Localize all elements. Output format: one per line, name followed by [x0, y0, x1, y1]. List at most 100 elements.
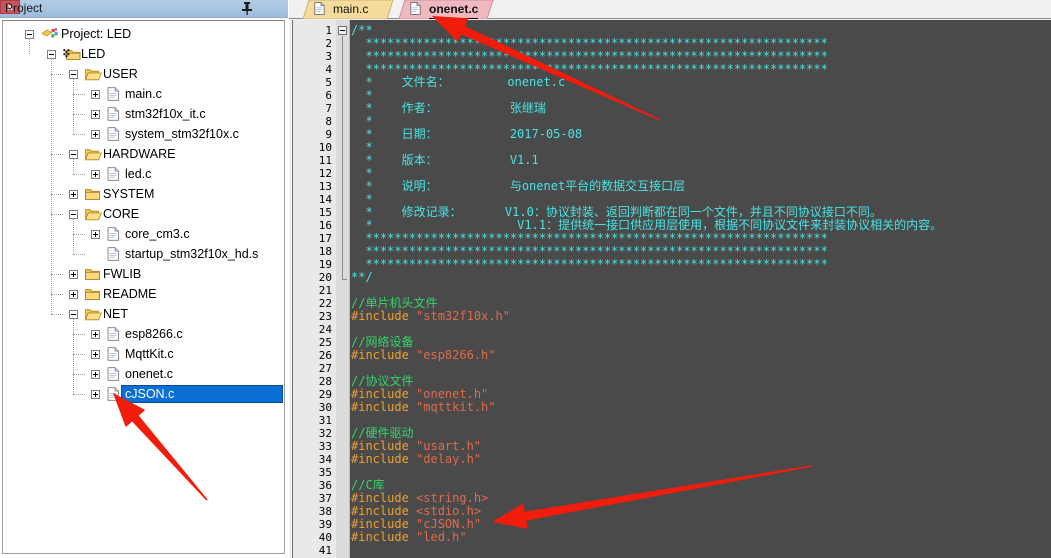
- line-number: 11: [318, 154, 332, 167]
- line-number: 37: [318, 492, 332, 505]
- line-number: 7: [325, 102, 332, 115]
- code-token: * 说明： 与onenet平台的数据交互接口层: [351, 179, 686, 193]
- code-text[interactable]: /** ************************************…: [351, 20, 1051, 558]
- code-token: //协议文件: [351, 374, 414, 388]
- tree-item-readme[interactable]: README: [3, 284, 284, 304]
- tree-item-fwlib[interactable]: FWLIB: [3, 264, 284, 284]
- tree-item-net[interactable]: NET: [3, 304, 284, 324]
- code-token: * 文件名： onenet.c: [351, 75, 566, 89]
- line-number: 31: [318, 414, 332, 427]
- tree-item-startup-stm32f10x-hd-s[interactable]: startup_stm32f10x_hd.s: [3, 244, 284, 264]
- tree-guide-line: [73, 174, 85, 175]
- code-token: * V1.1：提供统一接口供应用层使用，根据不同协议文件来封装协议相关的内容。: [351, 218, 943, 232]
- tree-item-cjson-c[interactable]: cJSON.c: [3, 384, 284, 404]
- tree-item-project-led[interactable]: Project: LED: [3, 24, 284, 44]
- expand-icon[interactable]: [91, 170, 100, 179]
- line-number: 3: [325, 50, 332, 63]
- line-number: 38: [318, 505, 332, 518]
- code-token: #include: [351, 439, 417, 453]
- editor-tab-main-c[interactable]: main.c: [297, 0, 399, 19]
- line-number: 39: [318, 518, 332, 531]
- expand-icon[interactable]: [91, 130, 100, 139]
- tree-guide-line: [51, 194, 63, 195]
- code-token: "led.h": [416, 530, 467, 544]
- editor-tab-onenet-c[interactable]: onenet.c: [393, 0, 499, 19]
- code-line: * 版本： V1.1: [351, 154, 538, 167]
- tree-item-main-c[interactable]: main.c: [3, 84, 284, 104]
- line-number: 13: [318, 180, 332, 193]
- tree-guide-line: [51, 58, 52, 314]
- code-folding-column[interactable]: [336, 20, 350, 558]
- tree-guide-line: [73, 78, 74, 134]
- code-token: //硬件驱动: [351, 426, 414, 440]
- project-tree-container[interactable]: Project: LED LED USER main.c stm32f10x_it.cs…: [2, 20, 285, 554]
- tree-item-system[interactable]: SYSTEM: [3, 184, 284, 204]
- line-number: 35: [318, 466, 332, 479]
- project-panel-titlebar: Project x: [0, 0, 288, 18]
- expand-icon[interactable]: [91, 110, 100, 119]
- code-editor[interactable]: 1 2 3 4 5 6 7 8 9 10 11 12 13 14 15 16 17 18 19 20 21 22 23 24 2…: [292, 20, 1051, 558]
- code-token: <stdio.h>: [416, 504, 482, 518]
- code-token: //网络设备: [351, 335, 414, 349]
- tab-label: onenet.c: [429, 1, 479, 19]
- editor-tabstrip: main.c onenet.c: [289, 0, 1051, 19]
- line-number: 10: [318, 141, 332, 154]
- line-number: 23: [318, 310, 332, 323]
- line-number: 2: [325, 37, 332, 50]
- tree-item-label: README: [103, 287, 157, 301]
- pin-icon[interactable]: [240, 1, 254, 16]
- code-token: #include: [351, 400, 417, 414]
- tree-item-label: USER: [103, 67, 138, 81]
- code-token: //单片机头文件: [351, 296, 438, 310]
- code-token: "delay.h": [416, 452, 482, 466]
- tree-item-led-c[interactable]: led.c: [3, 164, 284, 184]
- expand-icon[interactable]: [91, 350, 100, 359]
- code-token: ****************************************…: [351, 244, 828, 258]
- expand-icon[interactable]: [91, 370, 100, 379]
- tree-item-esp8266-c[interactable]: esp8266.c: [3, 324, 284, 344]
- tree-item-label: core_cm3.c: [125, 227, 190, 241]
- tree-item-stm32f10x-it-c[interactable]: stm32f10x_it.c: [3, 104, 284, 124]
- line-number: 22: [318, 297, 332, 310]
- fold-collapse-icon[interactable]: [338, 26, 347, 35]
- code-line: * 日期： 2017-05-08: [351, 128, 582, 141]
- expand-icon[interactable]: [69, 190, 78, 199]
- tree-item-core-cm3-c[interactable]: core_cm3.c: [3, 224, 284, 244]
- tree-item-core[interactable]: CORE: [3, 204, 284, 224]
- tree-guide-line: [29, 38, 30, 54]
- tree-item-label: SYSTEM: [103, 187, 155, 201]
- line-number: 6: [325, 89, 332, 102]
- expand-icon[interactable]: [69, 290, 78, 299]
- line-number: 27: [318, 362, 332, 375]
- code-token: "esp8266.h": [416, 348, 496, 362]
- expand-icon[interactable]: [91, 330, 100, 339]
- tree-item-user[interactable]: USER: [3, 64, 284, 84]
- tree-item-onenet-c[interactable]: onenet.c: [3, 364, 284, 384]
- code-token: ****************************************…: [351, 36, 828, 50]
- line-number: 36: [318, 479, 332, 492]
- line-number: 14: [318, 193, 332, 206]
- tree-item-hardware[interactable]: HARDWARE: [3, 144, 284, 164]
- tree-item-mqttkit-c[interactable]: MqttKit.c: [3, 344, 284, 364]
- code-line: * 作者： 张继瑞: [351, 102, 545, 115]
- code-token: *: [351, 140, 373, 154]
- editor-area: main.c onenet.c 1 2 3 4 5 6 7 8 9 10 11 12 13 14 15 16 17…: [289, 0, 1051, 558]
- line-number: 32: [318, 427, 332, 440]
- expand-icon[interactable]: [91, 230, 100, 239]
- expand-icon[interactable]: [91, 90, 100, 99]
- tree-item-system-stm32f10x-c[interactable]: system_stm32f10x.c: [3, 124, 284, 144]
- expand-icon[interactable]: [69, 270, 78, 279]
- line-number: 16: [318, 219, 332, 232]
- code-line: * 说明： 与onenet平台的数据交互接口层: [351, 180, 685, 193]
- line-number: 29: [318, 388, 332, 401]
- tree-item-label: MqttKit.c: [125, 347, 174, 361]
- code-token: #include: [351, 517, 417, 531]
- code-token: #include: [351, 491, 417, 505]
- expand-icon[interactable]: [91, 390, 100, 399]
- tree-item-led[interactable]: LED: [3, 44, 284, 64]
- tree-item-label: system_stm32f10x.c: [125, 127, 239, 141]
- line-number: 1: [325, 24, 332, 37]
- code-line: ****************************************…: [351, 258, 827, 271]
- line-number: 19: [318, 258, 332, 271]
